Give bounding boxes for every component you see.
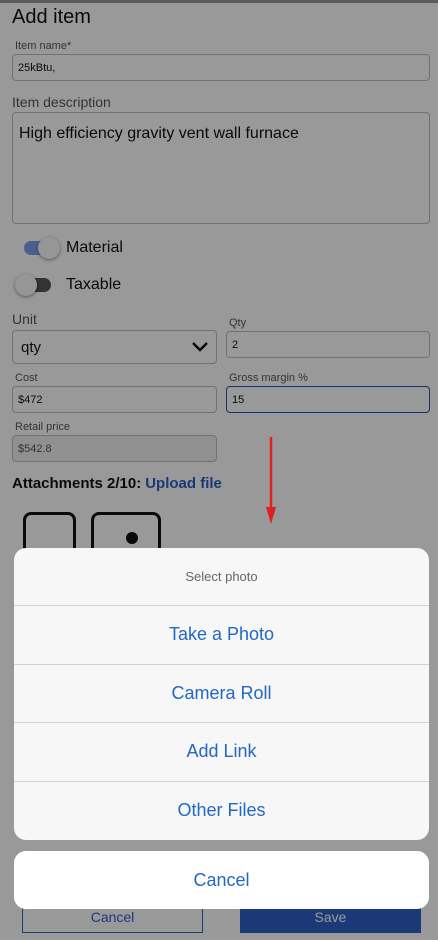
sheet-cancel-button[interactable]: Cancel — [14, 851, 429, 909]
select-photo-sheet: Select photo Take a Photo Camera Roll Ad… — [14, 548, 429, 840]
sheet-title: Select photo — [14, 548, 429, 606]
red-arrow-icon — [266, 437, 276, 524]
camera-roll-option[interactable]: Camera Roll — [14, 665, 429, 723]
other-files-option[interactable]: Other Files — [14, 782, 429, 841]
add-link-option[interactable]: Add Link — [14, 723, 429, 782]
take-photo-option[interactable]: Take a Photo — [14, 606, 429, 665]
